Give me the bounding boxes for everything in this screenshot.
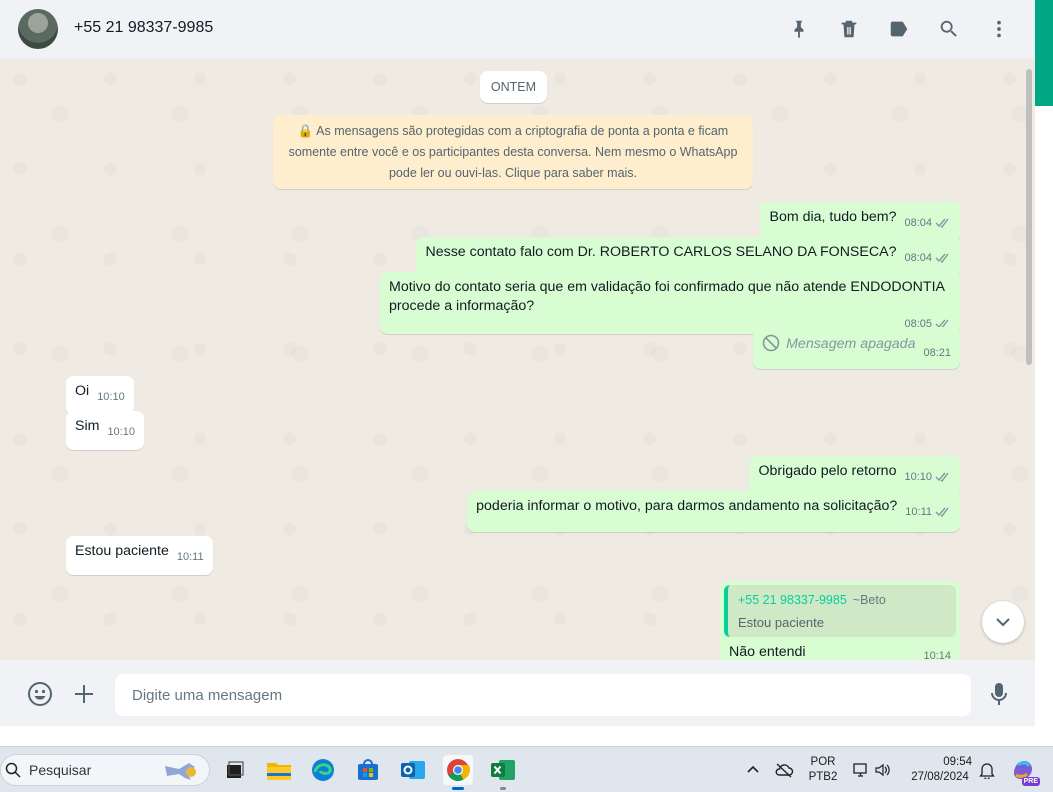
message-text: Estou paciente: [75, 543, 169, 559]
label-icon[interactable]: [887, 17, 911, 41]
message-time: 10:11: [176, 551, 204, 563]
message-time: 10:10: [904, 471, 932, 483]
message-time: 10:11: [905, 506, 932, 518]
cloud-sync-off-icon[interactable]: [769, 755, 799, 785]
message-text: poderia informar o motivo, para darmos a…: [476, 498, 898, 514]
deleted-message-bubble[interactable]: Mensagem apagada 08:21: [753, 327, 960, 369]
reply-message-bubble[interactable]: +55 21 98337-9985 ~Beto Estou paciente Nã…: [720, 581, 960, 660]
chevron-down-icon: [996, 618, 1010, 627]
file-explorer-icon[interactable]: [264, 755, 294, 785]
message-time: 10:14: [923, 650, 951, 660]
message-text: Motivo do contato seria que em validação…: [389, 279, 945, 314]
open-app-indicator: [500, 787, 506, 790]
message-time: 08:04: [904, 217, 932, 229]
excel-icon[interactable]: [488, 755, 518, 790]
copilot-icon[interactable]: PRE: [1008, 755, 1040, 786]
window-edge: [1035, 106, 1053, 726]
taskbar-search-label: Pesquisar: [29, 762, 92, 778]
clock-time: 09:54: [943, 756, 972, 768]
message-meta: 10:10: [904, 468, 951, 489]
pin-icon[interactable]: [787, 17, 811, 41]
contact-name[interactable]: +55 21 98337-9985: [74, 19, 213, 37]
message-text: Bom dia, tudo bem?: [769, 209, 897, 225]
message-text: Sim: [75, 418, 100, 434]
search-icon[interactable]: [937, 17, 961, 41]
chat-scrollbar-thumb[interactable]: [1026, 69, 1032, 365]
notification-bell-icon[interactable]: [972, 755, 1002, 785]
keyboard-layout-label: PTB2: [808, 771, 838, 783]
message-time: 08:21: [923, 347, 951, 359]
message-list[interactable]: ONTEM 🔒 As mensagens são protegidas com …: [0, 59, 1035, 660]
message-input[interactable]: [115, 674, 971, 716]
message-bubble[interactable]: Sim 10:10: [66, 411, 144, 450]
contact-avatar[interactable]: [18, 9, 58, 49]
message-time: 10:10: [107, 426, 135, 438]
clock[interactable]: 09:54 27/08/2024: [904, 755, 976, 785]
delete-icon[interactable]: [837, 17, 861, 41]
message-bubble[interactable]: Oi 10:10: [66, 376, 134, 415]
blocked-icon: [762, 334, 780, 358]
message-bubble[interactable]: poderia informar o motivo, para darmos a…: [467, 491, 960, 532]
windows-taskbar: Pesquisar POR PTB2 09:54 27/08/2024 PRE: [0, 746, 1053, 792]
active-app-indicator: [452, 787, 464, 790]
language-indicator[interactable]: POR PTB2: [806, 755, 840, 785]
outlook-icon[interactable]: [398, 755, 428, 785]
message-text: Mensagem apagada: [786, 336, 916, 352]
chevron-up-icon[interactable]: [738, 755, 768, 785]
quote-push-name: ~Beto: [852, 593, 886, 607]
encryption-notice[interactable]: 🔒 As mensagens são protegidas com a crip…: [273, 115, 753, 189]
message-bubble[interactable]: Motivo do contato seria que em validação…: [380, 272, 960, 334]
quote-author: +55 21 98337-9985: [738, 593, 847, 607]
composer-bar: [0, 660, 1035, 726]
menu-icon[interactable]: [987, 17, 1011, 41]
message-meta: 08:04: [904, 249, 951, 270]
message-meta: 08:04: [904, 214, 951, 235]
volume-icon[interactable]: [868, 755, 898, 785]
chat-header: +55 21 98337-9985: [0, 0, 1035, 59]
double-check-icon: [935, 216, 951, 235]
message-text: Não entendi: [729, 644, 806, 660]
taskbar-search[interactable]: Pesquisar: [0, 754, 210, 786]
chrome-icon[interactable]: [443, 755, 473, 790]
window-accent-edge: [1035, 0, 1053, 106]
whatsapp-window: +55 21 98337-9985 ONTEM 🔒 As mensagens s…: [0, 0, 1035, 726]
message-time: 08:04: [904, 252, 932, 264]
message-meta: 10:11: [905, 503, 951, 524]
message-text: Nesse contato falo com Dr. ROBERTO CARLO…: [425, 244, 897, 260]
attach-plus-icon[interactable]: [70, 680, 98, 708]
search-highlight-icon: [161, 758, 203, 787]
desktop-gap: [0, 726, 1053, 746]
microphone-icon[interactable]: [985, 680, 1013, 708]
quoted-message[interactable]: +55 21 98337-9985 ~Beto Estou paciente: [724, 585, 956, 637]
edge-icon[interactable]: [308, 755, 338, 785]
double-check-icon: [935, 251, 951, 270]
copilot-preview-badge: PRE: [1021, 777, 1040, 786]
search-icon: [5, 762, 21, 778]
clock-date: 27/08/2024: [911, 771, 969, 783]
task-view-icon[interactable]: [219, 755, 249, 785]
emoji-icon[interactable]: [26, 680, 54, 708]
date-chip: ONTEM: [480, 71, 547, 103]
message-text: Obrigado pelo retorno: [758, 463, 897, 479]
scroll-to-bottom-button[interactable]: [982, 601, 1024, 643]
language-label: POR: [810, 756, 836, 768]
message-text: Oi: [75, 383, 90, 399]
message-time: 10:10: [97, 391, 125, 403]
quote-text: Estou paciente: [738, 615, 825, 630]
message-bubble[interactable]: Estou paciente 10:11: [66, 536, 213, 575]
double-check-icon: [935, 505, 951, 524]
double-check-icon: [935, 470, 951, 489]
store-icon[interactable]: [353, 755, 383, 785]
